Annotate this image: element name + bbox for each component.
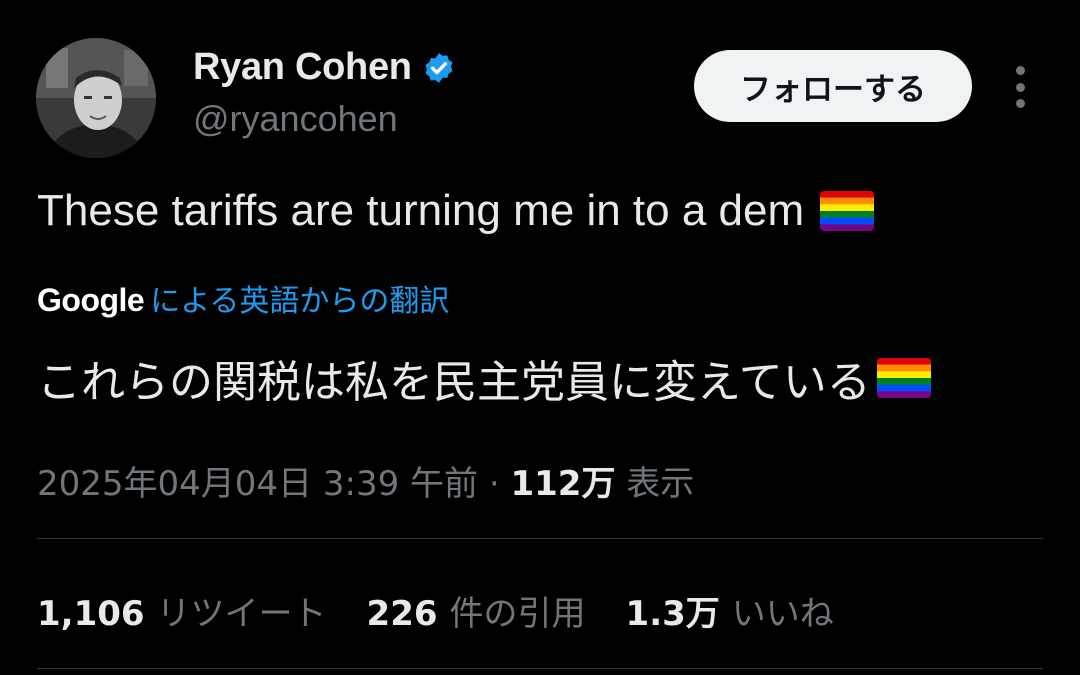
retweets-label: リツイート xyxy=(156,594,327,634)
translation-link[interactable]: による英語からの翻訳 xyxy=(150,276,449,320)
divider xyxy=(37,668,1043,669)
tweet-meta: 2025年04月04日 3:39 午前 · 112万 表示 xyxy=(37,456,694,505)
follow-button[interactable]: フォローする xyxy=(694,50,972,122)
timestamp[interactable]: 2025年04月04日 3:39 午前 xyxy=(37,464,478,504)
verified-badge-icon[interactable] xyxy=(422,51,456,85)
avatar[interactable] xyxy=(36,38,156,158)
retweets-count: 1,106 xyxy=(37,594,145,634)
more-options-icon[interactable] xyxy=(1006,66,1034,108)
translation-attribution[interactable]: Google による英語からの翻訳 xyxy=(37,276,449,320)
meta-separator: · xyxy=(488,464,500,504)
translated-body: これらの関税は私を民主党員に変えている xyxy=(37,346,931,410)
author-name[interactable]: Ryan Cohen xyxy=(193,46,412,89)
likes-stat[interactable]: 1.3万 いいね xyxy=(626,586,834,635)
quotes-count: 226 xyxy=(366,594,438,634)
rainbow-flag-icon xyxy=(820,191,875,231)
likes-count: 1.3万 xyxy=(625,594,720,634)
divider xyxy=(37,538,1043,539)
translated-text: これらの関税は私を民主党員に変えている xyxy=(37,357,871,408)
avatar-photo xyxy=(36,38,156,158)
engagement-stats: 1,106 リツイート 226 件の引用 1.3万 いいね xyxy=(37,586,834,635)
likes-label: いいね xyxy=(731,594,834,634)
tweet-body: These tariffs are turning me in to a dem xyxy=(37,186,875,236)
quotes-stat[interactable]: 226 件の引用 xyxy=(367,586,586,635)
views-count[interactable]: 112万 xyxy=(510,464,615,504)
rainbow-flag-icon xyxy=(876,358,931,398)
google-logo: Google xyxy=(37,282,145,318)
views-label: 表示 xyxy=(626,464,695,504)
tweet-text: These tariffs are turning me in to a dem xyxy=(37,186,805,235)
quotes-label: 件の引用 xyxy=(449,594,586,634)
retweets-stat[interactable]: 1,106 リツイート xyxy=(37,586,327,635)
author-handle[interactable]: @ryancohen xyxy=(193,98,398,140)
